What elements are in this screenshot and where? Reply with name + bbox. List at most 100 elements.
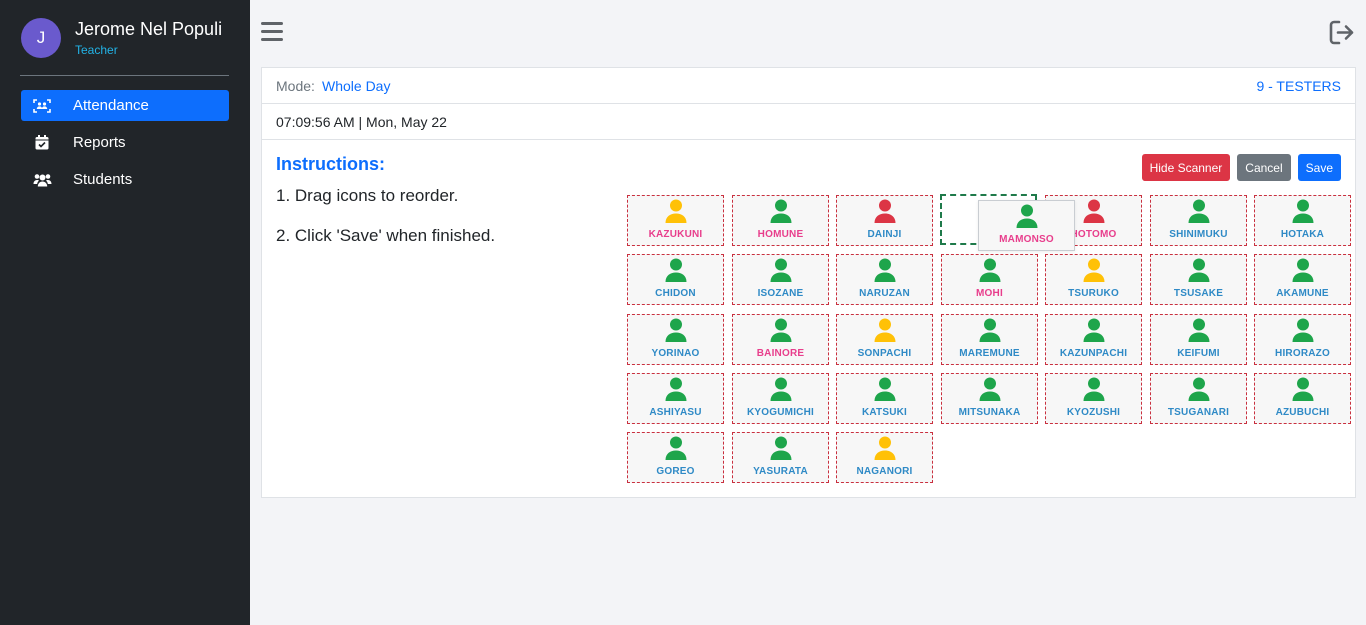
person-icon bbox=[1292, 199, 1314, 228]
student-name: HOTOMO bbox=[1070, 229, 1117, 240]
student-seat[interactable]: BAINORE bbox=[732, 314, 829, 365]
person-icon bbox=[665, 199, 687, 228]
card-header: Mode: Whole Day 9 - TESTERS bbox=[262, 68, 1355, 104]
student-seat[interactable]: YORINAO bbox=[627, 314, 724, 365]
student-seat[interactable]: MITSUNAKA bbox=[941, 373, 1038, 424]
person-icon bbox=[1083, 258, 1105, 287]
person-icon bbox=[1188, 199, 1210, 228]
person-icon bbox=[1188, 377, 1210, 406]
cancel-button[interactable]: Cancel bbox=[1237, 154, 1291, 181]
person-icon bbox=[1292, 258, 1314, 287]
sidebar-item-reports[interactable]: Reports bbox=[21, 127, 229, 158]
class-name[interactable]: 9 - TESTERS bbox=[1256, 78, 1341, 94]
person-icon bbox=[770, 318, 792, 347]
student-name: KEIFUMI bbox=[1177, 348, 1220, 359]
student-name: MOHI bbox=[976, 288, 1003, 299]
sidebar-item-students[interactable]: Students bbox=[21, 164, 229, 195]
sidebar-item-label: Students bbox=[73, 171, 133, 188]
person-icon bbox=[979, 318, 1001, 347]
user-role: Teacher bbox=[75, 43, 118, 57]
student-name: TSUGANARI bbox=[1167, 407, 1230, 418]
person-icon bbox=[1292, 318, 1314, 347]
student-seat[interactable]: MOHI bbox=[941, 254, 1038, 305]
student-seat[interactable]: NAGANORI bbox=[836, 432, 933, 483]
student-name: KYOGUMICHI bbox=[747, 407, 814, 418]
instructions-title: Instructions: bbox=[276, 154, 386, 174]
student-name: ASHIYASU bbox=[649, 407, 702, 418]
person-icon bbox=[1016, 204, 1038, 233]
student-seat[interactable]: KATSUKI bbox=[836, 373, 933, 424]
person-icon bbox=[665, 436, 687, 465]
dragging-student-seat[interactable]: MAMONSO bbox=[978, 200, 1075, 251]
student-name: KYOZUSHI bbox=[1066, 407, 1121, 418]
avatar[interactable]: J bbox=[21, 18, 61, 58]
student-name: HOMUNE bbox=[757, 229, 804, 240]
student-seat[interactable]: SONPACHI bbox=[836, 314, 933, 365]
person-icon bbox=[665, 377, 687, 406]
student-name: NAGANORI bbox=[856, 466, 913, 477]
student-seat[interactable]: HOTAKA bbox=[1254, 195, 1351, 246]
person-icon bbox=[1188, 318, 1210, 347]
student-seat[interactable]: NARUZAN bbox=[836, 254, 933, 305]
student-seat[interactable]: AKAMUNE bbox=[1254, 254, 1351, 305]
student-seat[interactable]: MAREMUNE bbox=[941, 314, 1038, 365]
student-name: SHINIMUKU bbox=[1169, 229, 1228, 240]
student-seat[interactable]: HIRORAZO bbox=[1254, 314, 1351, 365]
users-icon bbox=[21, 173, 63, 187]
person-icon bbox=[1083, 199, 1105, 228]
person-icon bbox=[874, 377, 896, 406]
mode-label: Mode: bbox=[276, 78, 315, 94]
student-seat[interactable]: TSUSAKE bbox=[1150, 254, 1247, 305]
student-seat[interactable]: YASURATA bbox=[732, 432, 829, 483]
sidebar-item-label: Attendance bbox=[73, 97, 149, 114]
student-seat[interactable]: KAZUNPACHI bbox=[1045, 314, 1142, 365]
person-icon bbox=[665, 258, 687, 287]
student-seat[interactable]: TSUGANARI bbox=[1150, 373, 1247, 424]
instruction-step: 1. Drag icons to reorder. bbox=[276, 186, 459, 205]
person-icon bbox=[665, 318, 687, 347]
person-icon bbox=[979, 377, 1001, 406]
student-seat[interactable]: DAINJI bbox=[836, 195, 933, 246]
student-seat[interactable]: HOMUNE bbox=[732, 195, 829, 246]
save-button[interactable]: Save bbox=[1297, 154, 1341, 181]
person-icon bbox=[770, 377, 792, 406]
student-seat[interactable]: KYOZUSHI bbox=[1045, 373, 1142, 424]
student-name: KATSUKI bbox=[861, 407, 908, 418]
person-icon bbox=[770, 436, 792, 465]
person-icon bbox=[874, 436, 896, 465]
student-name: GOREO bbox=[656, 466, 695, 477]
student-seat[interactable]: SHINIMUKU bbox=[1150, 195, 1247, 246]
mode-value[interactable]: Whole Day bbox=[322, 78, 390, 94]
student-seat[interactable]: KAZUKUNI bbox=[627, 195, 724, 246]
student-name: ISOZANE bbox=[757, 288, 804, 299]
student-seat[interactable]: KEIFUMI bbox=[1150, 314, 1247, 365]
student-seat[interactable]: GOREO bbox=[627, 432, 724, 483]
person-icon bbox=[1083, 377, 1105, 406]
sidebar-item-label: Reports bbox=[73, 134, 126, 151]
student-seat[interactable]: ISOZANE bbox=[732, 254, 829, 305]
student-seat[interactable]: AZUBUCHI bbox=[1254, 373, 1351, 424]
person-icon bbox=[874, 199, 896, 228]
person-icon bbox=[1292, 377, 1314, 406]
person-icon bbox=[874, 258, 896, 287]
sidebar-item-attendance[interactable]: Attendance bbox=[21, 90, 229, 121]
menu-toggle-icon[interactable] bbox=[261, 22, 283, 42]
hide-scanner-button[interactable]: Hide Scanner bbox=[1141, 154, 1231, 181]
sidebar: J Jerome Nel Populi Teacher Attendance R… bbox=[0, 0, 250, 625]
student-seat[interactable]: TSURUKO bbox=[1045, 254, 1142, 305]
datetime: 07:09:56 AM | Mon, May 22 bbox=[276, 114, 447, 130]
student-seat[interactable]: ASHIYASU bbox=[627, 373, 724, 424]
sidebar-divider bbox=[20, 75, 229, 76]
person-icon bbox=[770, 199, 792, 228]
person-icon bbox=[979, 258, 1001, 287]
action-buttons: Hide Scanner Cancel Save bbox=[1141, 154, 1341, 181]
student-name: YASURATA bbox=[753, 466, 808, 477]
person-icon bbox=[874, 318, 896, 347]
student-name: NARUZAN bbox=[859, 288, 910, 299]
student-seat[interactable]: KYOGUMICHI bbox=[732, 373, 829, 424]
logout-icon[interactable] bbox=[1329, 20, 1356, 50]
datetime-row: 07:09:56 AM | Mon, May 22 bbox=[262, 104, 1355, 140]
student-name: KAZUNPACHI bbox=[1059, 348, 1128, 359]
sidebar-nav: Attendance Reports Students bbox=[21, 90, 229, 201]
student-seat[interactable]: CHIDON bbox=[627, 254, 724, 305]
